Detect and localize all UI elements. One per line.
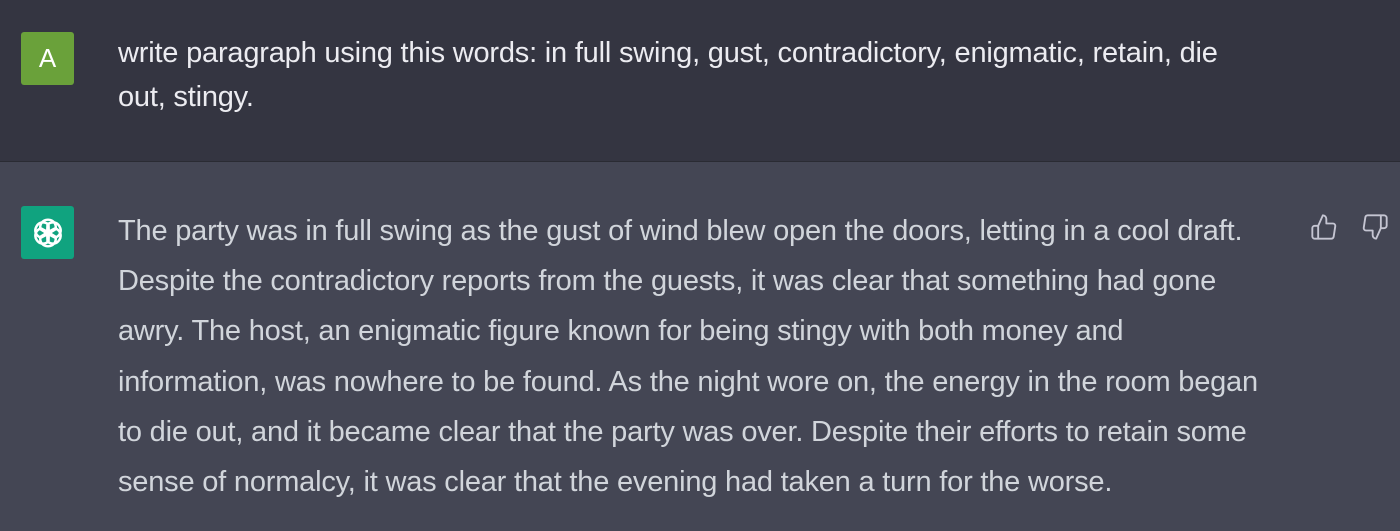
assistant-avatar [21, 206, 74, 259]
chat-conversation: A write paragraph using this words: in f… [0, 0, 1400, 531]
thumbs-up-icon [1311, 214, 1337, 240]
thumbs-up-button[interactable] [1309, 212, 1339, 242]
user-message-text: write paragraph using this words: in ful… [118, 37, 1218, 113]
thumbs-down-icon [1362, 214, 1388, 240]
assistant-message-text: The party was in full swing as the gust … [118, 215, 1258, 499]
user-avatar: A [21, 32, 74, 85]
user-avatar-letter: A [38, 43, 57, 73]
openai-logo-icon [33, 217, 62, 248]
thumbs-down-button[interactable] [1360, 212, 1390, 242]
user-message-row: A write paragraph using this words: in f… [0, 0, 1400, 162]
assistant-message-row: The party was in full swing as the gust … [0, 162, 1400, 531]
